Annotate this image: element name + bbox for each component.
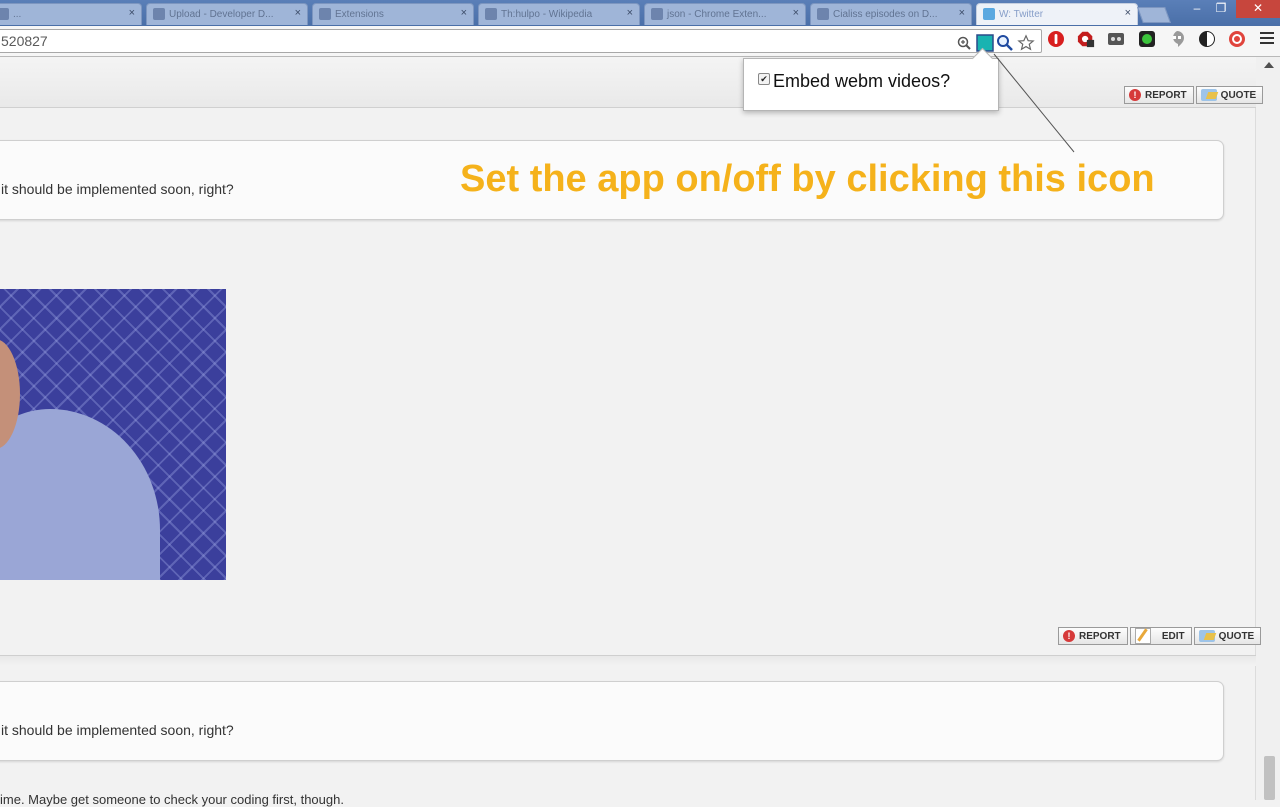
tab-favicon-icon bbox=[485, 8, 497, 20]
browser-toolbar: 520827 bbox=[0, 26, 1280, 57]
browser-tab-active[interactable]: W: Twitter × bbox=[976, 3, 1138, 25]
quote-button[interactable]: QUOTE bbox=[1195, 86, 1264, 104]
search-extension-icon[interactable] bbox=[996, 34, 1014, 52]
report-button[interactable]: ! REPORT bbox=[1058, 627, 1128, 645]
tab-favicon-icon bbox=[651, 8, 663, 20]
quote-text: it should be implemented soon, right? bbox=[1, 722, 234, 738]
tab-favicon-icon bbox=[817, 8, 829, 20]
embedded-video-thumbnail[interactable] bbox=[0, 289, 226, 580]
tab-close-icon[interactable]: × bbox=[627, 7, 633, 19]
chrome-menu-icon[interactable] bbox=[1260, 32, 1274, 47]
tab-strip: ... × Upload - Developer D... × Extensio… bbox=[0, 0, 1280, 26]
quote-label: QUOTE bbox=[1218, 630, 1255, 642]
tab-close-icon[interactable]: × bbox=[959, 7, 965, 19]
tab-close-icon[interactable]: × bbox=[461, 7, 467, 19]
browser-tab[interactable]: Extensions × bbox=[312, 3, 474, 25]
video-person-shirt bbox=[0, 409, 160, 580]
address-bar[interactable]: 520827 bbox=[0, 29, 1042, 53]
tab-close-icon[interactable]: × bbox=[1125, 7, 1131, 19]
quote-icon bbox=[1200, 89, 1217, 101]
quote-label: QUOTE bbox=[1220, 89, 1257, 101]
report-button[interactable]: ! REPORT bbox=[1124, 86, 1194, 104]
minimize-icon[interactable]: ‒ bbox=[1184, 0, 1210, 18]
vertical-scrollbar[interactable] bbox=[1255, 57, 1280, 800]
browser-tab[interactable]: ... × bbox=[0, 3, 142, 25]
tab-favicon-icon bbox=[0, 8, 9, 20]
green-square-icon[interactable] bbox=[1138, 30, 1156, 48]
browser-tab[interactable]: Th:hulpo - Wikipedia × bbox=[478, 3, 640, 25]
quote-text: it should be implemented soon, right? bbox=[1, 181, 234, 197]
report-icon: ! bbox=[1063, 630, 1075, 642]
edit-button[interactable]: EDIT bbox=[1129, 627, 1192, 645]
browser-tab[interactable]: Upload - Developer D... × bbox=[146, 3, 308, 25]
scrollbar-thumb[interactable] bbox=[1264, 756, 1275, 800]
report-label: REPORT bbox=[1079, 630, 1121, 642]
tab-favicon-icon bbox=[319, 8, 331, 20]
hangouts-icon[interactable] bbox=[1168, 30, 1186, 48]
restore-icon[interactable]: ❐ bbox=[1208, 0, 1234, 18]
opera-red-icon[interactable] bbox=[1047, 30, 1065, 48]
embed-webm-checkbox[interactable]: ✔ bbox=[758, 73, 770, 85]
pocket-icon[interactable] bbox=[1228, 30, 1246, 48]
quote-button[interactable]: QUOTE bbox=[1193, 627, 1262, 645]
twitter-bird-icon bbox=[983, 8, 995, 20]
embed-webm-label[interactable]: Embed webm videos? bbox=[773, 71, 950, 92]
browser-tab[interactable]: json - Chrome Exten... × bbox=[644, 3, 806, 25]
edit-icon bbox=[1134, 628, 1151, 644]
zoom-icon[interactable] bbox=[955, 34, 973, 52]
bookmark-star-icon[interactable] bbox=[1017, 34, 1035, 52]
tab-close-icon[interactable]: × bbox=[129, 7, 135, 19]
report-icon: ! bbox=[1129, 89, 1141, 101]
tab-close-icon[interactable]: × bbox=[793, 7, 799, 19]
browser-tab[interactable]: Cialiss episodes on D... × bbox=[810, 3, 972, 25]
new-tab-button[interactable] bbox=[1137, 7, 1171, 23]
quote-bubble: it should be implemented soon, right? bbox=[0, 681, 1224, 761]
tab-close-icon[interactable]: × bbox=[295, 7, 301, 19]
url-text[interactable]: 520827 bbox=[1, 33, 48, 49]
scroll-up-arrow-icon[interactable] bbox=[1264, 62, 1274, 68]
quote-icon bbox=[1198, 630, 1215, 642]
tab-title: W: Twitter bbox=[999, 9, 1044, 20]
annotation-text: Set the app on/off by clicking this icon bbox=[460, 158, 1155, 200]
edit-label: EDIT bbox=[1161, 630, 1185, 642]
report-label: REPORT bbox=[1145, 89, 1187, 101]
close-window-icon[interactable]: ✕ bbox=[1236, 0, 1280, 18]
post-actions-top: ! REPORT QUOTE bbox=[1124, 86, 1264, 104]
tab-title: Extensions bbox=[335, 9, 384, 20]
tab-title: Upload - Developer D... bbox=[169, 9, 274, 20]
post-actions-middle: ! REPORT EDIT QUOTE bbox=[1058, 627, 1262, 645]
extension-popup: ✔ Embed webm videos? bbox=[743, 47, 999, 111]
tab-favicon-icon bbox=[153, 8, 165, 20]
ghostery-icon[interactable] bbox=[1107, 30, 1125, 48]
tab-title: Th:hulpo - Wikipedia bbox=[501, 9, 593, 20]
tab-title: Cialiss episodes on D... bbox=[833, 9, 938, 20]
tab-title: ... bbox=[13, 9, 22, 20]
adblock-icon[interactable] bbox=[1077, 30, 1095, 48]
half-moon-icon[interactable] bbox=[1198, 30, 1216, 48]
webm-extension-icon[interactable] bbox=[976, 34, 994, 52]
post-divider-shade bbox=[0, 656, 1256, 666]
tab-title: json - Chrome Exten... bbox=[667, 9, 767, 20]
post-header-bar bbox=[0, 57, 1256, 108]
